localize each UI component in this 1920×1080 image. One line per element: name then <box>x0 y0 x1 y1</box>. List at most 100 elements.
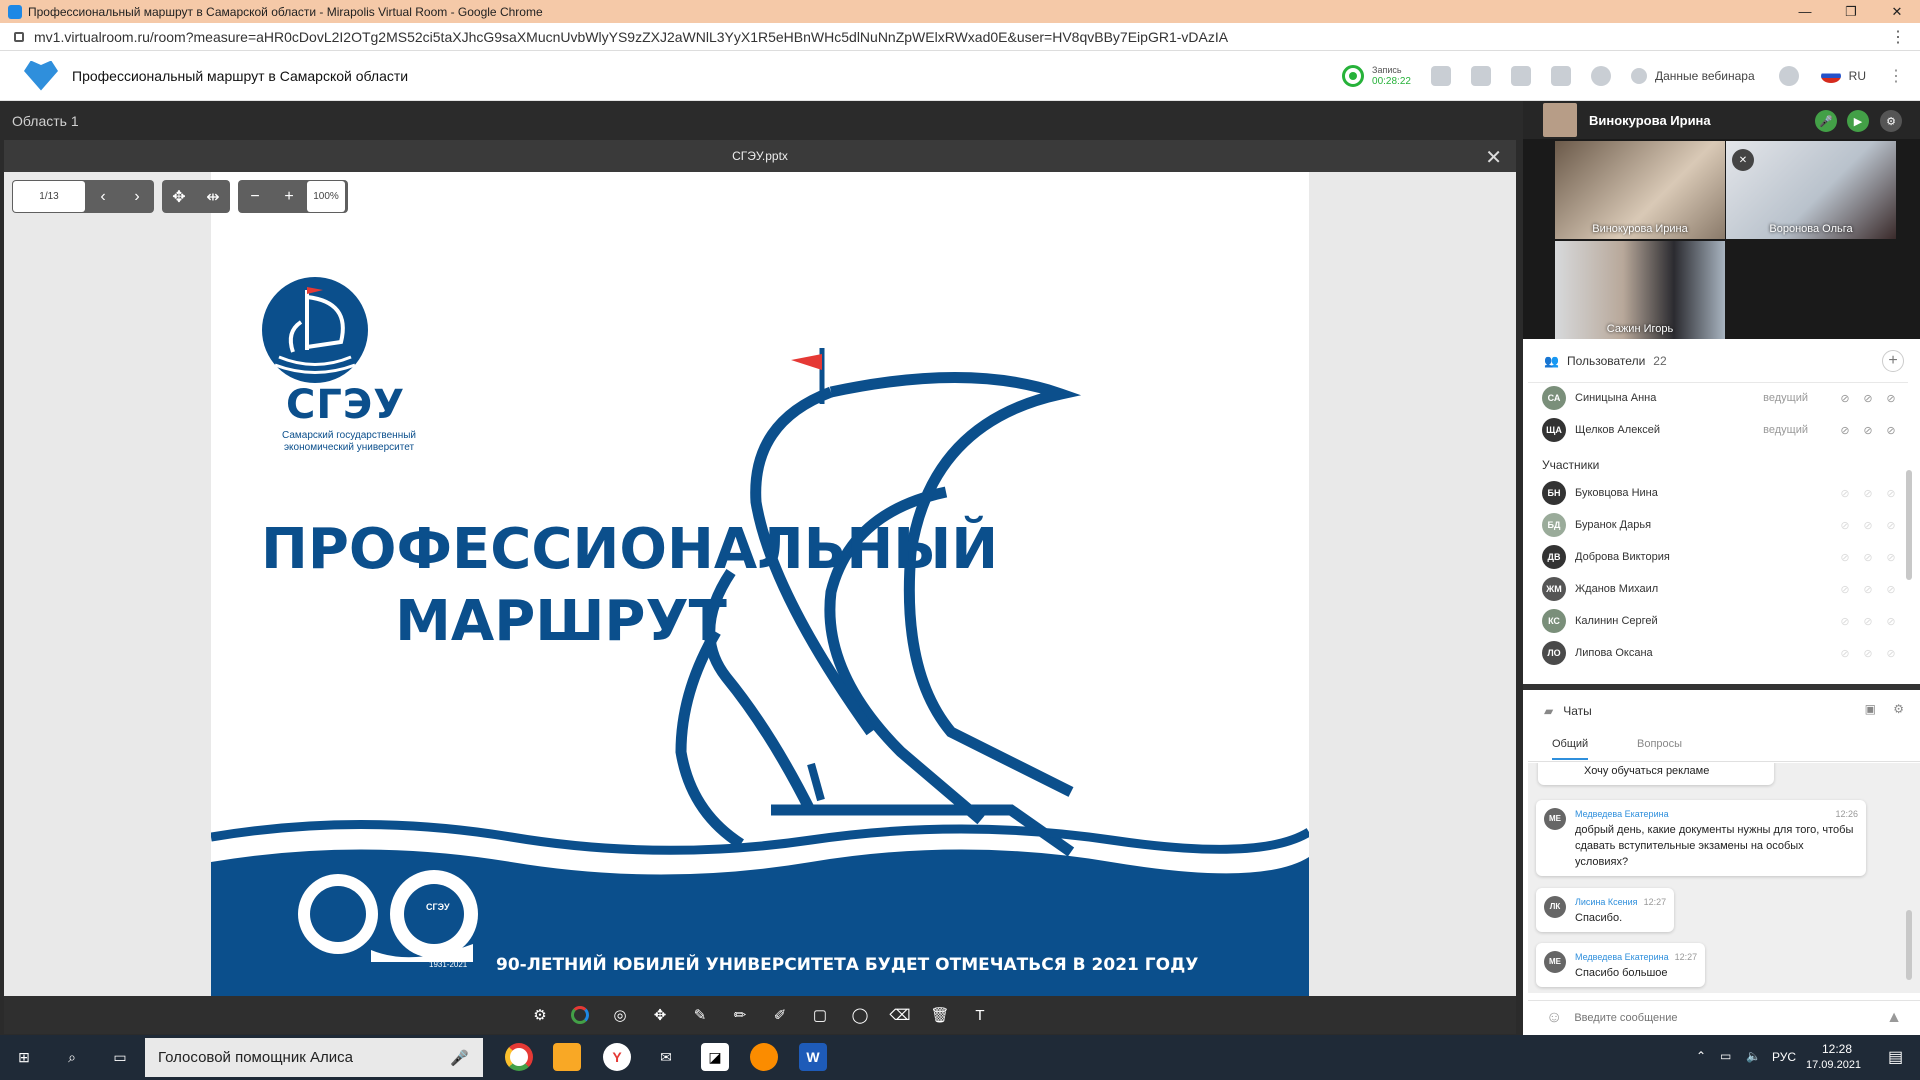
add-user-button[interactable]: + <box>1882 350 1904 372</box>
url-text[interactable]: mv1.virtualroom.ru/room?measure=aHR0cDov… <box>34 29 1228 45</box>
grid-icon[interactable] <box>1430 66 1451 86</box>
chat-export-icon[interactable]: ▣ <box>1865 702 1876 716</box>
page-number-field[interactable]: 1/13 <box>13 181 85 212</box>
alice-search-box[interactable]: Голосовой помощник Алиса 🎤 <box>145 1038 483 1077</box>
tab-questions[interactable]: Вопросы <box>1637 738 1682 750</box>
network-icon[interactable]: ▭ <box>1720 1049 1731 1063</box>
draw-icon[interactable]: ⊘ <box>1884 646 1898 660</box>
camera-icon[interactable]: ⊘ <box>1861 518 1875 532</box>
fit-width-icon[interactable]: ⇹ <box>196 180 230 213</box>
panel-splitter[interactable] <box>1523 684 1920 690</box>
draw-off-icon[interactable]: ⊘ <box>1884 391 1898 405</box>
camera-off-icon[interactable]: ⊘ <box>1861 423 1875 437</box>
list-item[interactable]: БН Буковцова Нина ⊘ ⊘ ⊘ <box>1542 479 1908 507</box>
document-icon[interactable] <box>1510 66 1531 86</box>
text-tool-icon[interactable]: T <box>969 1004 991 1026</box>
zoom-level[interactable]: 100% <box>307 181 345 212</box>
list-item[interactable]: ЛО Липова Оксана ⊘ ⊘ ⊘ <box>1542 639 1908 667</box>
folder-icon[interactable] <box>1550 66 1571 86</box>
prev-page-button[interactable]: ‹ <box>86 180 120 213</box>
mic-icon[interactable]: ⊘ <box>1838 550 1852 564</box>
camera-icon[interactable]: ⊘ <box>1861 582 1875 596</box>
list-item[interactable]: ЖМ Жданов Михаил ⊘ ⊘ ⊘ <box>1542 575 1908 603</box>
draw-icon[interactable]: ⊘ <box>1884 486 1898 500</box>
flag-ru-icon[interactable] <box>1820 69 1841 83</box>
camera-icon[interactable]: ▶ <box>1847 110 1869 132</box>
shape-tool-icon[interactable]: ▢ <box>809 1004 831 1026</box>
zoom-in-button[interactable]: + <box>272 180 306 213</box>
zoom-out-button[interactable]: − <box>238 180 272 213</box>
send-icon[interactable]: ▲ <box>1886 1009 1902 1027</box>
video-settings-icon[interactable]: ⚙ <box>1880 110 1902 132</box>
brush-tool-icon[interactable]: ✎ <box>689 1004 711 1026</box>
list-item[interactable]: ДВ Доброва Виктория ⊘ ⊘ ⊘ <box>1542 543 1908 571</box>
app-icon[interactable] <box>750 1043 778 1071</box>
chrome-icon[interactable] <box>505 1043 533 1071</box>
list-item[interactable]: БД Буранок Дарья ⊘ ⊘ ⊘ <box>1542 511 1908 539</box>
sticky-notes-icon[interactable]: ◪ <box>701 1043 729 1071</box>
mic-icon[interactable]: ⊘ <box>1838 614 1852 628</box>
fit-page-icon[interactable]: ✥ <box>162 180 196 213</box>
mic-icon[interactable]: ⊘ <box>1838 582 1852 596</box>
list-item[interactable]: КС Калинин Сергей ⊘ ⊘ ⊘ <box>1542 607 1908 635</box>
emoji-icon[interactable]: ☺ <box>1546 1009 1562 1027</box>
minimize-button[interactable]: — <box>1782 0 1828 23</box>
users-scrollbar[interactable] <box>1906 470 1912 580</box>
mic-icon[interactable]: ⊘ <box>1838 486 1852 500</box>
eraser-tool-icon[interactable]: ⌫ <box>889 1004 911 1026</box>
webinar-data-button[interactable]: Данные вебинара <box>1655 69 1755 83</box>
camera-icon[interactable]: ⊘ <box>1861 614 1875 628</box>
camera-icon[interactable]: ⊘ <box>1861 646 1875 660</box>
camera-icon[interactable]: ⊘ <box>1861 550 1875 564</box>
record-status[interactable]: Запись 00:28:22 <box>1342 65 1411 88</box>
settings-tool-icon[interactable]: ⚙ <box>529 1004 551 1026</box>
pointer-tool-icon[interactable]: ◎ <box>609 1004 631 1026</box>
volume-icon[interactable]: 🔈 <box>1746 1049 1761 1063</box>
users-icon[interactable] <box>1590 66 1611 86</box>
circle-tool-icon[interactable]: ◯ <box>849 1004 871 1026</box>
clock-time[interactable]: 12:28 <box>1822 1042 1852 1056</box>
mic-icon[interactable]: ⊘ <box>1838 646 1852 660</box>
info-icon[interactable] <box>1630 68 1647 84</box>
word-icon[interactable]: W <box>799 1043 827 1071</box>
mic-icon[interactable]: ⊘ <box>1838 518 1852 532</box>
browser-menu-icon[interactable]: ⋮ <box>1890 27 1906 47</box>
mic-off-icon[interactable]: ⊘ <box>1838 391 1852 405</box>
tray-arrow-icon[interactable]: ⌃ <box>1696 1049 1706 1063</box>
chat-settings-icon[interactable]: ⚙ <box>1893 702 1904 716</box>
microphone-icon[interactable]: 🎤 <box>450 1049 469 1067</box>
file-explorer-icon[interactable] <box>553 1043 581 1071</box>
color-picker-icon[interactable] <box>569 1004 591 1026</box>
close-presentation-icon[interactable]: ✕ <box>1485 145 1502 170</box>
mail-icon[interactable]: ✉ <box>652 1043 680 1071</box>
mic-icon[interactable]: 🎤 <box>1815 110 1837 132</box>
video-tile[interactable]: ✕ Воронова Ольга <box>1726 141 1896 239</box>
next-page-button[interactable]: › <box>120 180 154 213</box>
chat-scrollbar[interactable] <box>1906 910 1912 980</box>
camera-icon[interactable]: ⊘ <box>1861 486 1875 500</box>
language-indicator[interactable]: РУС <box>1772 1050 1796 1064</box>
draw-icon[interactable]: ⊘ <box>1884 518 1898 532</box>
address-bar[interactable]: mv1.virtualroom.ru/room?measure=aHR0cDov… <box>0 23 1920 51</box>
tab-general[interactable]: Общий <box>1552 738 1589 760</box>
settings-icon[interactable] <box>1778 66 1799 86</box>
search-icon[interactable]: ⌕ <box>58 1043 86 1071</box>
marker-tool-icon[interactable]: ✐ <box>769 1004 791 1026</box>
clock-date[interactable]: 17.09.2021 <box>1806 1059 1861 1071</box>
draw-off-icon[interactable]: ⊘ <box>1884 423 1898 437</box>
draw-icon[interactable]: ⊘ <box>1884 550 1898 564</box>
menu-icon[interactable]: ⋮ <box>1888 66 1904 86</box>
delete-tool-icon[interactable]: 🗑 <box>929 1004 951 1026</box>
draw-icon[interactable]: ⊘ <box>1884 614 1898 628</box>
notifications-icon[interactable]: ▤ <box>1888 1047 1903 1067</box>
camera-off-icon[interactable]: ⊘ <box>1861 391 1875 405</box>
maximize-button[interactable]: ❐ <box>1828 0 1874 23</box>
language-label[interactable]: RU <box>1849 69 1866 83</box>
monitor-icon[interactable] <box>1470 66 1491 86</box>
mic-off-icon[interactable]: ⊘ <box>1838 423 1852 437</box>
chat-input[interactable] <box>1574 1011 1875 1024</box>
close-window-button[interactable]: ✕ <box>1874 0 1920 23</box>
move-tool-icon[interactable]: ✥ <box>649 1004 671 1026</box>
list-item[interactable]: СА Синицына Анна ведущий ⊘ ⊘ ⊘ <box>1542 384 1908 412</box>
list-item[interactable]: ЩА Щелков Алексей ведущий ⊘ ⊘ ⊘ <box>1542 416 1908 444</box>
